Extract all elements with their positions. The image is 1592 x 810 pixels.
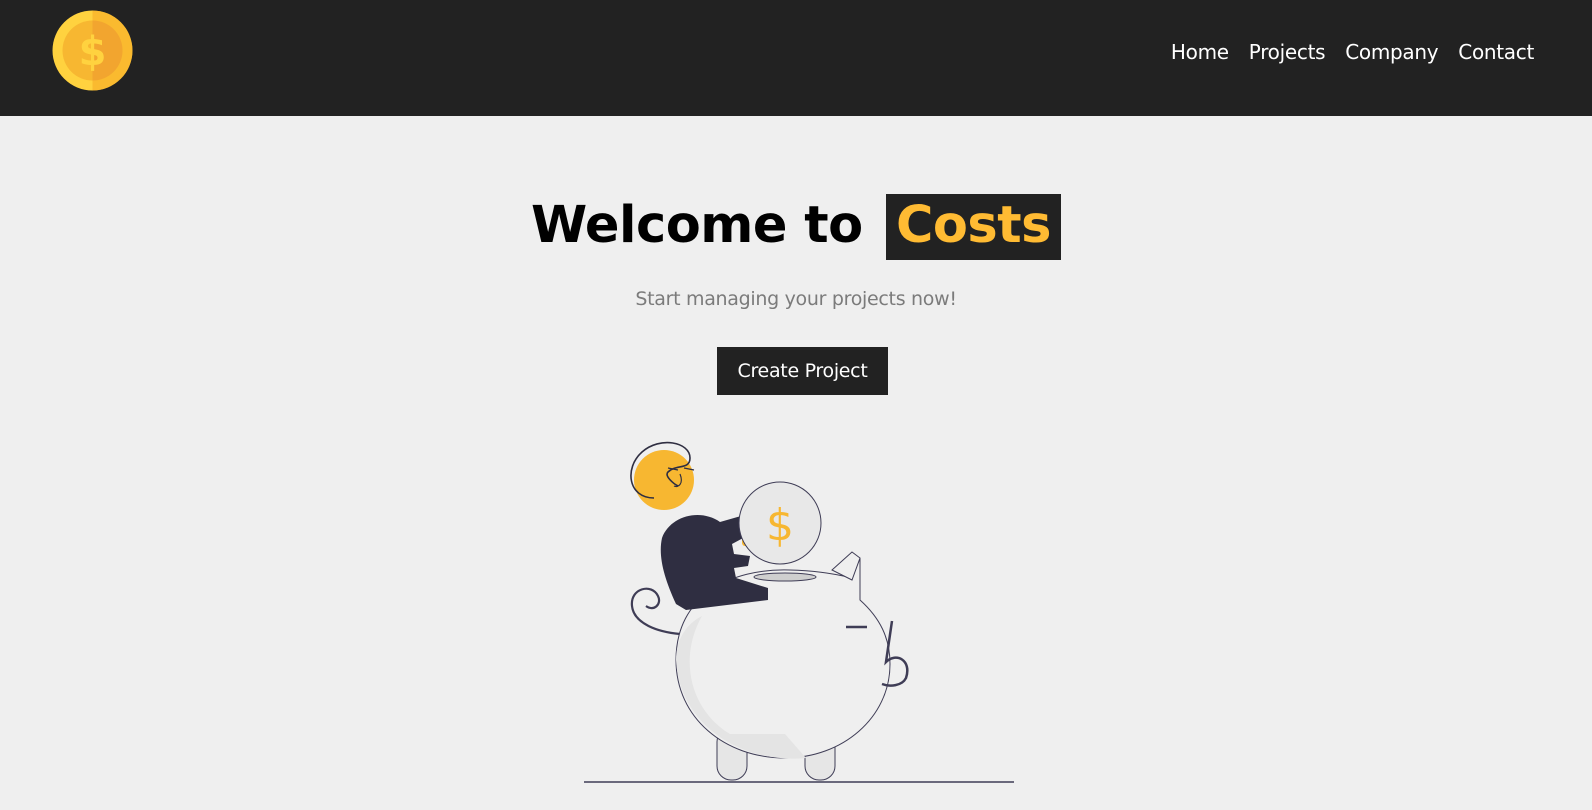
brand-highlight: Costs bbox=[885, 194, 1061, 260]
nav-link-projects[interactable]: Projects bbox=[1249, 40, 1326, 64]
navbar: $ Home Projects Company Contact bbox=[0, 0, 1592, 116]
nav-item-contact: Contact bbox=[1458, 40, 1534, 64]
nav-link-contact[interactable]: Contact bbox=[1458, 40, 1534, 64]
piggy-bank-savings-illustration: $ bbox=[580, 428, 1020, 788]
hero-title-prefix: Welcome to bbox=[530, 196, 863, 255]
hero-section: Welcome to Costs Start managing your pro… bbox=[0, 116, 1592, 810]
svg-text:$: $ bbox=[79, 29, 107, 75]
person-head bbox=[634, 450, 694, 510]
nav-link-home[interactable]: Home bbox=[1171, 40, 1229, 64]
nav-item-projects: Projects bbox=[1249, 40, 1326, 64]
nav-item-home: Home bbox=[1171, 40, 1229, 64]
dollar-coin-icon[interactable]: $ bbox=[52, 10, 133, 91]
nav-links: Home Projects Company Contact bbox=[1171, 40, 1534, 64]
nav-link-company[interactable]: Company bbox=[1345, 40, 1438, 64]
coin-slot bbox=[753, 572, 817, 582]
hero-subtitle: Start managing your projects now! bbox=[635, 288, 957, 310]
nav-item-company: Company bbox=[1345, 40, 1438, 64]
create-project-button[interactable]: Create Project bbox=[717, 347, 888, 395]
hero-title: Welcome to Costs bbox=[0, 194, 1592, 260]
coin-dollar-symbol: $ bbox=[766, 500, 794, 551]
